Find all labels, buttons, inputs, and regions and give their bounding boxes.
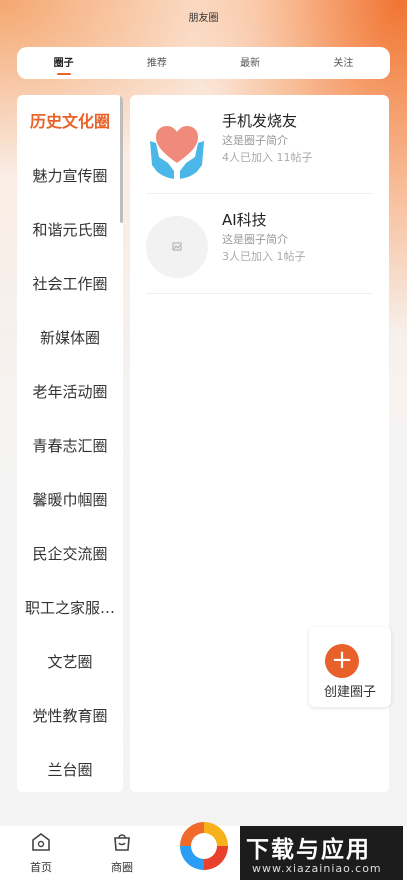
- watermark-title: 下载与应用: [246, 837, 371, 863]
- sidebar-item-archives[interactable]: 兰台圈: [17, 743, 123, 792]
- sidebar-item-private-enterprise[interactable]: 民企交流圈: [17, 527, 123, 581]
- circle-description: 这是圈子简介: [222, 134, 288, 147]
- plus-icon: +: [325, 644, 359, 678]
- sidebar-item-youth[interactable]: 青春志汇圈: [17, 419, 123, 473]
- list-item[interactable]: AI科技 这是圈子简介 3人已加入 1帖子: [146, 194, 373, 291]
- tab-following[interactable]: 关注: [297, 47, 390, 79]
- tab-latest[interactable]: 最新: [204, 47, 297, 79]
- circle-name: 手机发烧友: [222, 112, 298, 130]
- sidebar-item-new-media[interactable]: 新媒体圈: [17, 311, 123, 365]
- create-circle-button[interactable]: + 创建圈子: [309, 627, 391, 707]
- bag-icon: [114, 834, 130, 851]
- sidebar-item-party-education[interactable]: 党性教育圈: [17, 689, 123, 743]
- circle-description: 这是圈子简介: [222, 233, 288, 246]
- nav-item-business[interactable]: 商圈: [97, 830, 147, 875]
- heart-hands-icon: [146, 117, 208, 179]
- list-item[interactable]: 手机发烧友 这是圈子简介 4人已加入 11帖子: [146, 95, 373, 192]
- nav-item-home[interactable]: 首页: [16, 830, 66, 875]
- divider: [146, 293, 373, 294]
- tab-bar: 圈子 推荐 最新 关注: [17, 47, 390, 79]
- sidebar-item-social-work[interactable]: 社会工作圈: [17, 257, 123, 311]
- category-sidebar[interactable]: 历史文化圈 魅力宣传圈 和谐元氏圈 社会工作圈 新媒体圈 老年活动圈 青春志汇圈…: [17, 95, 123, 792]
- sidebar-item-charm-promo[interactable]: 魅力宣传圈: [17, 149, 123, 203]
- tab-recommended[interactable]: 推荐: [110, 47, 203, 79]
- nav-label-home: 首页: [30, 861, 52, 874]
- sidebar-item-women[interactable]: 馨暖巾帼圈: [17, 473, 123, 527]
- sidebar-item-elderly[interactable]: 老年活动圈: [17, 365, 123, 419]
- sidebar-item-arts[interactable]: 文艺圈: [17, 635, 123, 689]
- sidebar-item-harmony[interactable]: 和谐元氏圈: [17, 203, 123, 257]
- circle-stats: 4人已加入 11帖子: [222, 151, 313, 164]
- page-title: 朋友圈: [188, 13, 219, 24]
- sidebar-item-history-culture[interactable]: 历史文化圈: [17, 95, 123, 149]
- sidebar-item-workers-home[interactable]: 职工之家服…: [17, 581, 123, 635]
- image-placeholder-icon: [146, 216, 208, 278]
- nav-label-business: 商圈: [111, 861, 133, 874]
- watermark-logo: 下载与应用 www.xiazainiao.com: [240, 826, 403, 880]
- sidebar-scrollbar[interactable]: [120, 95, 123, 223]
- watermark-url: www.xiazainiao.com: [252, 862, 382, 875]
- center-action-button[interactable]: [180, 822, 228, 870]
- circle-stats: 3人已加入 1帖子: [222, 250, 306, 263]
- tab-circles[interactable]: 圈子: [17, 47, 110, 79]
- circle-name: AI科技: [222, 211, 267, 229]
- create-circle-label: 创建圈子: [323, 685, 376, 700]
- home-icon: [32, 833, 50, 851]
